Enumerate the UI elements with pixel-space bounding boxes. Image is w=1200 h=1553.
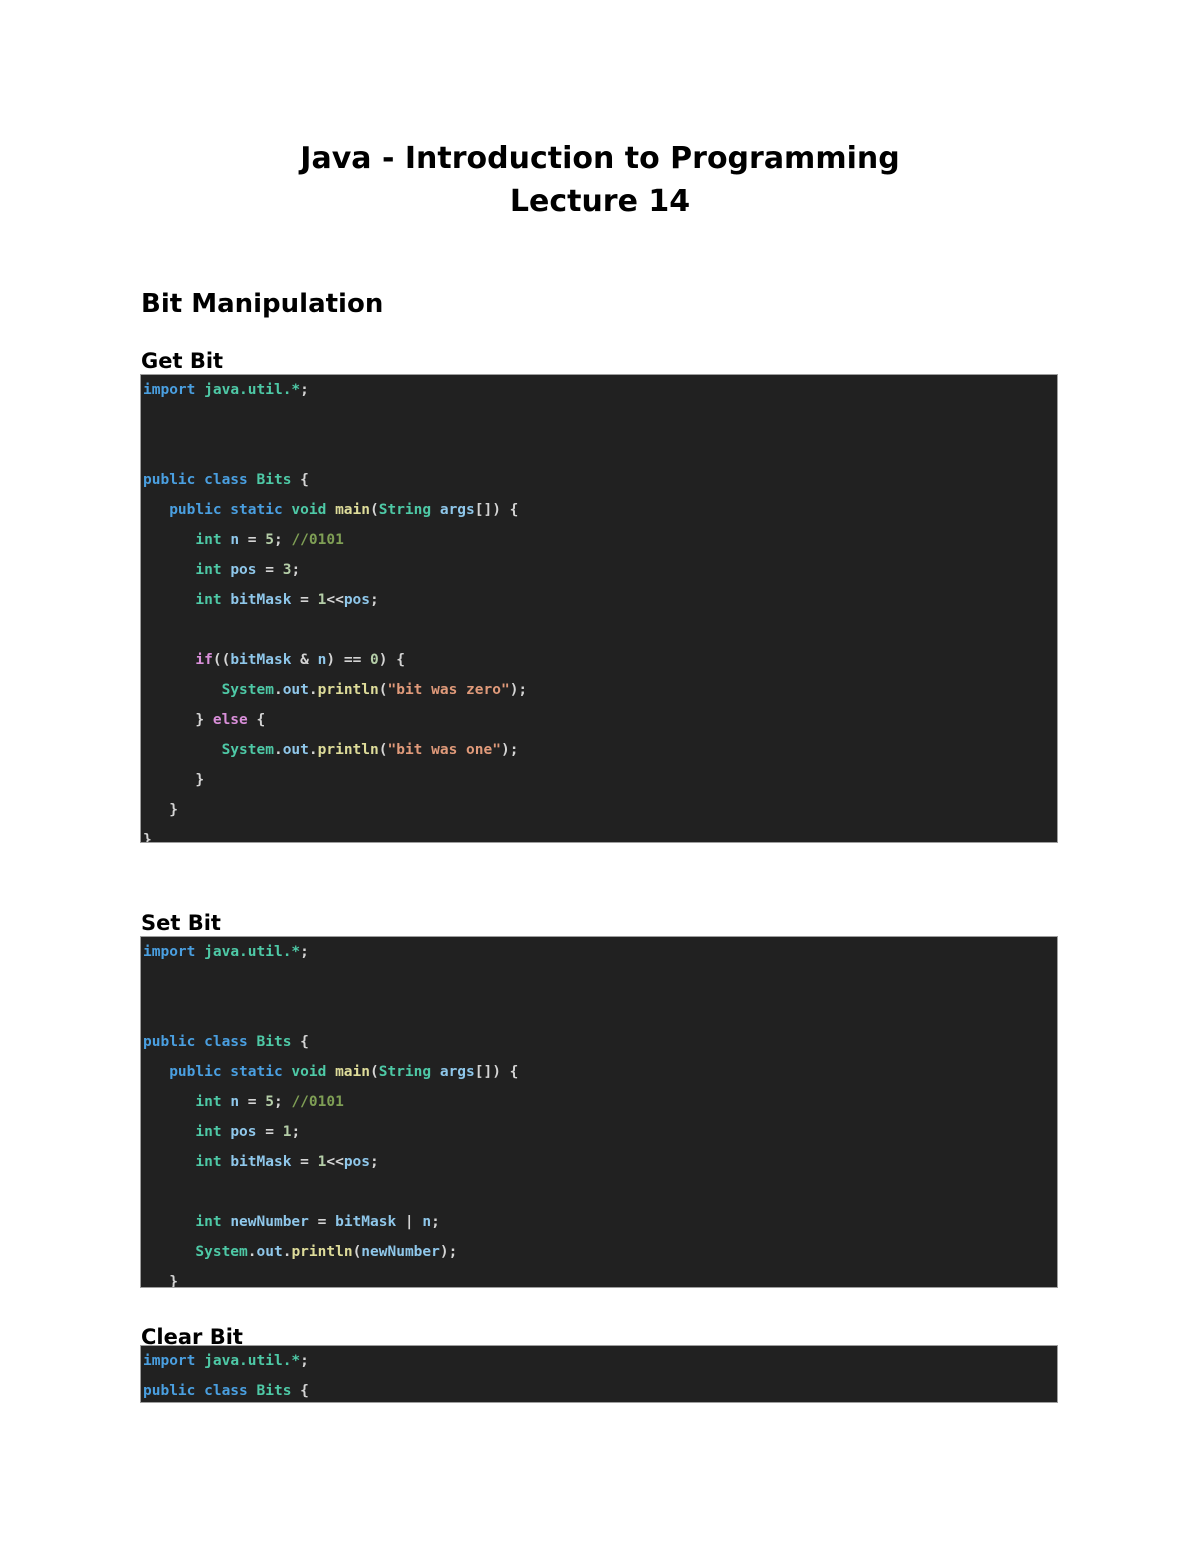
- heading-bit-manipulation: Bit Manipulation: [141, 289, 384, 319]
- code-line: System.out.println("bit was one");: [221, 742, 519, 758]
- code-line: if((bitMask & n) == 0) {: [195, 652, 405, 668]
- code-line: System.out.println("bit was zero");: [221, 682, 528, 698]
- code-line: public class Bits {: [143, 1034, 309, 1050]
- code-line: int bitMask = 1<<pos;: [195, 1154, 379, 1170]
- code-line: }: [143, 802, 178, 818]
- code-line: }: [143, 772, 205, 788]
- code-line: public class Bits {: [143, 472, 309, 488]
- code-line: int newNumber = bitMask | n;: [195, 1214, 440, 1230]
- code-block-set-bit: import java.util.*; public class Bits { …: [140, 936, 1058, 1288]
- code-block-clear-bit: import java.util.*; public class Bits {: [140, 1345, 1058, 1403]
- document-page: Java - Introduction to Programming Lectu…: [0, 0, 1200, 1553]
- page-title: Java - Introduction to Programming Lectu…: [140, 138, 1060, 223]
- code-line: int pos = 1;: [195, 1124, 301, 1140]
- code-line: }: [143, 1274, 178, 1288]
- code-line: public static void main(String args[]) {: [169, 1064, 519, 1080]
- code-line: }: [143, 832, 152, 843]
- code-line: import java.util.*;: [143, 382, 309, 398]
- code-line: int pos = 3;: [195, 562, 301, 578]
- code-line: int bitMask = 1<<pos;: [195, 592, 379, 608]
- code-line: import java.util.*;: [143, 944, 309, 960]
- code-line: import java.util.*;: [143, 1353, 309, 1369]
- page-title-line-1: Java - Introduction to Programming: [300, 141, 900, 176]
- heading-set-bit: Set Bit: [141, 911, 221, 935]
- code-line: System.out.println(newNumber);: [195, 1244, 458, 1260]
- heading-get-bit: Get Bit: [141, 349, 224, 373]
- code-line: } else {: [143, 712, 266, 728]
- code-line: int n = 5; //0101: [195, 1094, 344, 1110]
- code-line: public static void main(String args[]) {: [169, 502, 519, 518]
- code-block-get-bit: import java.util.*; public class Bits { …: [140, 374, 1058, 843]
- code-line: int n = 5; //0101: [195, 532, 344, 548]
- page-title-line-2: Lecture 14: [509, 183, 691, 219]
- code-line: public class Bits {: [143, 1383, 309, 1399]
